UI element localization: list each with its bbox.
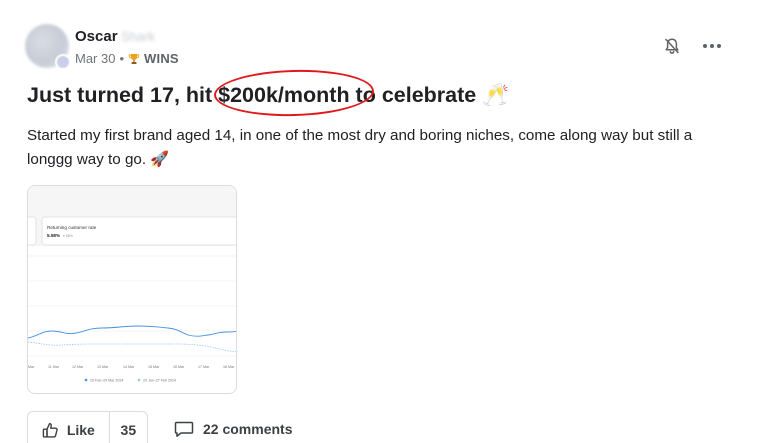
title-highlight: $200k/month	[218, 83, 350, 107]
thumbs-up-icon	[42, 422, 58, 438]
card-delta: ▾ 58%	[63, 234, 74, 238]
bell-icon[interactable]	[663, 37, 681, 55]
like-count[interactable]: 35	[108, 412, 147, 443]
post-actions: Like 35 22 comments	[27, 411, 427, 443]
post-category[interactable]: WINS	[144, 51, 179, 66]
legend-current: 29 Feb–29 Mar 2024	[90, 378, 123, 382]
title-text-after: to celebrate	[349, 83, 483, 107]
champagne-icon: 🥂	[482, 83, 509, 107]
avatar-level-badge	[55, 54, 71, 70]
x-tick: 11 Mar	[48, 365, 60, 369]
x-tick: 12 Mar	[72, 365, 84, 369]
post-date[interactable]: Mar 30	[75, 51, 115, 66]
x-tick: 17 Mar	[198, 365, 210, 369]
post-title: Just turned 17, hit $200k/month to celeb…	[27, 83, 509, 108]
comments-label: 22 comments	[203, 421, 293, 437]
analytics-screenshot: Returning customer rate 5.58% ▾ 58% Mar …	[28, 186, 236, 393]
x-tick: 15 Mar	[148, 365, 160, 369]
like-label: Like	[66, 422, 95, 438]
like-group: Like 35	[27, 411, 148, 443]
legend-swatch-previous	[137, 378, 141, 382]
x-tick: 14 Mar	[123, 365, 135, 369]
like-button[interactable]: Like	[28, 412, 109, 443]
x-tick: 13 Mar	[97, 365, 109, 369]
comments-button[interactable]: 22 comments	[174, 411, 292, 443]
x-tick: Mar	[28, 365, 35, 369]
card-title: Returning customer rate	[47, 225, 97, 230]
x-tick: 18 Mar	[223, 365, 235, 369]
author-name[interactable]: Oscar	[75, 28, 118, 45]
card-value: 5.58%	[47, 233, 60, 238]
x-tick: 16 Mar	[173, 365, 185, 369]
legend-previous: 29 Jan–27 Feb 2024	[143, 378, 176, 382]
author-level: Shark	[121, 29, 155, 44]
more-icon[interactable]	[701, 38, 723, 54]
post-body: Started my first brand aged 14, in one o…	[27, 127, 693, 168]
meta-separator: •	[119, 51, 125, 66]
post-meta: Mar 30 • WINS	[75, 51, 179, 66]
image-attachment[interactable]: Returning customer rate 5.58% ▾ 58% Mar …	[27, 185, 237, 394]
post-header: Oscar Shark Mar 30 • WINS	[25, 24, 735, 72]
trophy-icon	[128, 53, 140, 64]
title-text-before: Just turned 17, hit	[27, 83, 219, 107]
comment-icon	[174, 421, 194, 437]
legend-swatch-current	[84, 378, 88, 382]
